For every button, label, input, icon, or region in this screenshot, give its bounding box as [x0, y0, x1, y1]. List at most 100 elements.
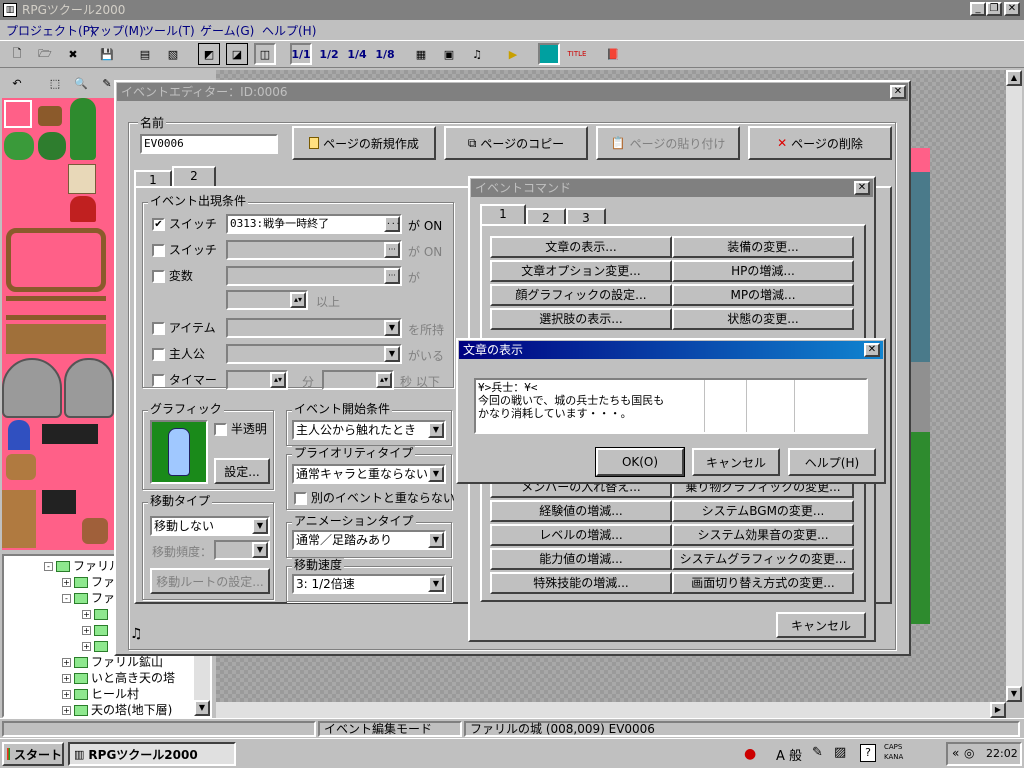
- delete-page-button[interactable]: ✕ ページの削除: [748, 126, 892, 160]
- timer-checkbox[interactable]: [152, 374, 165, 387]
- map-vscroll[interactable]: ▲ ▼: [1006, 70, 1022, 702]
- cmd-show-choices[interactable]: 選択肢の表示...: [490, 308, 672, 330]
- hero-row[interactable]: 主人公: [152, 345, 205, 362]
- tray-network-icon[interactable]: ◎: [964, 746, 974, 760]
- chevron-down-icon[interactable]: ▼: [428, 576, 444, 592]
- variable-value-spin[interactable]: ▴▾: [226, 290, 308, 310]
- database-icon[interactable]: ▤: [134, 43, 156, 65]
- timer-min-spin[interactable]: ▴▾: [226, 370, 288, 390]
- layer-upper-icon[interactable]: ◪: [226, 43, 248, 65]
- new-project-icon[interactable]: 🗋: [6, 43, 28, 65]
- tree-row[interactable]: - ファリル: [44, 558, 121, 574]
- tree-scroll-down[interactable]: ▼: [194, 700, 210, 716]
- zoom-1-8-button[interactable]: 1/8: [374, 43, 396, 65]
- save-icon[interactable]: 💾: [96, 43, 118, 65]
- message-ok-button[interactable]: OK(O): [595, 447, 685, 477]
- maximize-button[interactable]: ❐: [986, 2, 1002, 16]
- start-button[interactable]: スタート: [2, 742, 64, 766]
- task-rpgmaker[interactable]: ▥ RPGツクール2000: [68, 742, 236, 766]
- message-help-button[interactable]: ヘルプ(H): [788, 448, 876, 476]
- graphic-settings-button[interactable]: 設定...: [214, 458, 270, 484]
- cmd-message-options[interactable]: 文章オプション変更...: [490, 260, 672, 282]
- semi-transparent-checkbox[interactable]: [214, 423, 227, 436]
- chevron-down-icon[interactable]: ▼: [428, 466, 444, 482]
- cmd-change-exp[interactable]: 経験値の増減...: [490, 500, 672, 522]
- cmd-change-level[interactable]: レベルの増減...: [490, 524, 672, 546]
- tree-row[interactable]: +: [82, 606, 111, 622]
- cmd-change-hp[interactable]: HPの増減...: [672, 260, 854, 282]
- ime-icon[interactable]: ●: [744, 746, 756, 762]
- menu-tools[interactable]: ツール(T): [142, 22, 195, 40]
- close-project-icon[interactable]: ✖: [62, 43, 84, 65]
- ime-dict-icon[interactable]: ▨: [834, 745, 846, 760]
- zoom-1-2-button[interactable]: 1/2: [318, 43, 340, 65]
- speed-select[interactable]: 3: 1/2倍速 ▼: [292, 574, 446, 594]
- zoom-icon[interactable]: 🔍: [70, 72, 92, 94]
- select-icon[interactable]: ⬚: [44, 72, 66, 94]
- tree-row[interactable]: + 天の塔(地下層): [62, 702, 172, 716]
- no-overlap-row[interactable]: 別のイベントと重ならない: [294, 489, 455, 506]
- ellipsis-icon[interactable]: ···: [384, 216, 400, 232]
- move-freq-select[interactable]: ▼: [214, 540, 270, 560]
- tray-expand-icon[interactable]: «: [952, 746, 959, 760]
- switch2-field[interactable]: ···: [226, 240, 402, 260]
- music-icon[interactable]: ♫: [466, 43, 488, 65]
- cmd-screen-transition[interactable]: 画面切り替え方式の変更...: [672, 572, 854, 594]
- cmd-change-mp[interactable]: MPの増減...: [672, 284, 854, 306]
- zoom-1-1-button[interactable]: 1/1: [290, 43, 312, 65]
- cmd-show-message[interactable]: 文章の表示...: [490, 236, 672, 258]
- tree-row[interactable]: +: [82, 638, 111, 654]
- fullscreen-icon[interactable]: [538, 43, 560, 65]
- ime-help-icon[interactable]: ?: [860, 744, 876, 762]
- move-route-button[interactable]: 移動ルートの設定...: [150, 568, 270, 594]
- title-icon[interactable]: TITLE: [566, 43, 588, 65]
- zoom-1-4-button[interactable]: 1/4: [346, 43, 368, 65]
- cmd-system-bgm[interactable]: システムBGMの変更...: [672, 500, 854, 522]
- tree-row[interactable]: + ファリル鉱山: [62, 654, 163, 670]
- command-close[interactable]: ✕: [854, 181, 870, 195]
- chevron-down-icon[interactable]: ▼: [384, 320, 400, 336]
- cmd-change-equipment[interactable]: 装備の変更...: [672, 236, 854, 258]
- switch1-checkbox[interactable]: ✔: [152, 218, 165, 231]
- copy-page-button[interactable]: ⧉ ページのコピー: [444, 126, 588, 160]
- switch2-row[interactable]: スイッチ: [152, 241, 217, 258]
- map-scroll-up[interactable]: ▲: [1006, 70, 1022, 86]
- tree-row[interactable]: + いと高き天の塔: [62, 670, 175, 686]
- minimize-button[interactable]: _: [970, 2, 986, 16]
- tile-palette[interactable]: [2, 98, 114, 550]
- ellipsis-icon[interactable]: ···: [384, 268, 400, 284]
- switch2-checkbox[interactable]: [152, 244, 165, 257]
- message-text-area[interactable]: ¥>兵士：¥< 今回の戦いで、城の兵士たちも国民も かなり消耗しています・・・。: [474, 378, 868, 434]
- close-button[interactable]: ✕: [1004, 2, 1020, 16]
- page-tab-2[interactable]: 2: [172, 166, 216, 188]
- priority-select[interactable]: 通常キャラと重ならない ▼: [292, 464, 446, 484]
- map-scroll-right[interactable]: ▶: [990, 702, 1006, 718]
- menu-help[interactable]: ヘルプ(H): [262, 22, 316, 40]
- material-icon[interactable]: ▧: [162, 43, 184, 65]
- spin-icon[interactable]: ▴▾: [270, 372, 286, 388]
- paste-page-button[interactable]: 📋 ページの貼り付け: [596, 126, 740, 160]
- tree-row[interactable]: +: [82, 622, 111, 638]
- message-close[interactable]: ✕: [864, 343, 880, 357]
- chevron-down-icon[interactable]: ▼: [428, 422, 444, 438]
- variable-field[interactable]: ···: [226, 266, 402, 286]
- timer-row[interactable]: タイマー: [152, 371, 217, 388]
- new-page-button[interactable]: ページの新規作成: [292, 126, 436, 160]
- menu-map[interactable]: マップ(M): [88, 22, 144, 40]
- menu-game[interactable]: ゲーム(G): [200, 22, 254, 40]
- chevron-down-icon[interactable]: ▼: [384, 346, 400, 362]
- cmd-system-se[interactable]: システム効果音の変更...: [672, 524, 854, 546]
- menu-project[interactable]: プロジェクト(P): [6, 22, 95, 40]
- hero-select[interactable]: ▼: [226, 344, 402, 364]
- move-type-select[interactable]: 移動しない ▼: [150, 516, 270, 536]
- music-note-icon[interactable]: ♫: [130, 626, 143, 642]
- cmd-change-params[interactable]: 能力値の増減...: [490, 548, 672, 570]
- undo-icon[interactable]: ↶: [6, 72, 28, 94]
- tree-row[interactable]: + ファ: [62, 574, 115, 590]
- map-hscroll[interactable]: ▶: [216, 702, 1006, 718]
- item-checkbox[interactable]: [152, 322, 165, 335]
- item-row[interactable]: アイテム: [152, 319, 216, 336]
- animation-select[interactable]: 通常／足踏みあり ▼: [292, 530, 446, 550]
- map-scroll-down[interactable]: ▼: [1006, 686, 1022, 702]
- tree-row[interactable]: + ヒール村: [62, 686, 139, 702]
